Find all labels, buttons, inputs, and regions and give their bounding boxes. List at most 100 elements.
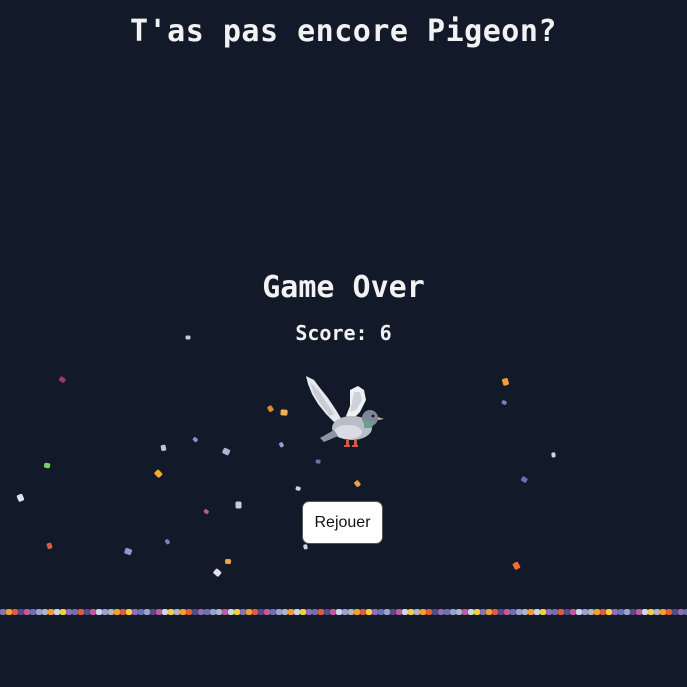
trash-pile-piece [636, 609, 642, 615]
trash-pile-piece [246, 609, 252, 615]
trash-pile-piece [234, 609, 240, 615]
trash-pile-piece [348, 609, 354, 615]
trash-pile-piece [372, 609, 378, 615]
trash-pile-piece [444, 609, 450, 615]
trash-debris-icon [124, 547, 133, 556]
trash-pile-piece [204, 609, 210, 615]
trash-pile-piece [504, 609, 510, 615]
trash-pile-piece [60, 609, 66, 615]
trash-pile-piece [612, 609, 618, 615]
trash-debris-icon [267, 405, 274, 413]
trash-pile-piece [318, 609, 324, 615]
trash-pile-piece [174, 609, 180, 615]
trash-pile-piece [156, 609, 162, 615]
trash-pile-piece [288, 609, 294, 615]
trash-pile-piece [258, 609, 264, 615]
trash-pile-piece [6, 609, 12, 615]
trash-pile-piece [276, 609, 282, 615]
trash-pile-piece [576, 609, 582, 615]
trash-pile-piece [438, 609, 444, 615]
trash-pile-piece [492, 609, 498, 615]
trash-debris-icon [222, 447, 231, 456]
trash-debris-icon [46, 542, 53, 550]
trash-pile-piece [192, 609, 198, 615]
trash-pile-piece [336, 609, 342, 615]
trash-pile-piece [360, 609, 366, 615]
trash-pile-piece [570, 609, 576, 615]
trash-debris-icon [192, 437, 198, 443]
trash-debris-icon [295, 486, 301, 491]
trash-pile-piece [366, 609, 372, 615]
trash-pile-piece [600, 609, 606, 615]
trash-pile-piece [132, 609, 138, 615]
trash-pile-piece [408, 609, 414, 615]
trash-pile-piece [354, 609, 360, 615]
trash-pile-piece [294, 609, 300, 615]
trash-pile-piece [558, 609, 564, 615]
game-stage: T'as pas encore Pigeon? Game Over Score:… [0, 0, 687, 687]
trash-pile-piece [456, 609, 462, 615]
trash-debris-icon [501, 400, 507, 405]
trash-pile-piece [630, 609, 636, 615]
trash-pile-piece [480, 609, 486, 615]
trash-pile-piece [144, 609, 150, 615]
trash-pile-piece [450, 609, 456, 615]
trash-pile-piece [240, 609, 246, 615]
trash-pile-piece [270, 609, 276, 615]
trash-debris-icon [551, 452, 556, 458]
trash-pile-piece [516, 609, 522, 615]
trash-pile-ground [0, 609, 687, 615]
trash-pile-piece [582, 609, 588, 615]
trash-pile-piece [462, 609, 468, 615]
trash-pile-piece [198, 609, 204, 615]
trash-debris-icon [279, 442, 284, 448]
trash-pile-piece [588, 609, 594, 615]
trash-pile-piece [486, 609, 492, 615]
trash-pile-piece [312, 609, 318, 615]
trash-pile-piece [432, 609, 438, 615]
trash-pile-piece [648, 609, 654, 615]
trash-pile-piece [300, 609, 306, 615]
trash-debris-icon [303, 544, 308, 550]
trash-pile-piece [522, 609, 528, 615]
trash-debris-icon [501, 378, 509, 386]
trash-pile-piece [66, 609, 72, 615]
trash-pile-piece [564, 609, 570, 615]
trash-pile-piece [48, 609, 54, 615]
trash-pile-piece [384, 609, 390, 615]
trash-pile-piece [534, 609, 540, 615]
trash-pile-piece [378, 609, 384, 615]
trash-pile-piece [78, 609, 84, 615]
trash-pile-piece [90, 609, 96, 615]
trash-pile-piece [42, 609, 48, 615]
trash-debris-icon [185, 335, 191, 340]
trash-pile-piece [150, 609, 156, 615]
trash-pile-piece [252, 609, 258, 615]
trash-pile-piece [420, 609, 426, 615]
falling-debris-layer [16, 335, 556, 577]
trash-pile-piece [54, 609, 60, 615]
replay-button[interactable]: Rejouer [302, 501, 383, 544]
trash-pile-piece [468, 609, 474, 615]
trash-pile-piece [282, 609, 288, 615]
trash-pile-piece [216, 609, 222, 615]
trash-pile-piece [264, 609, 270, 615]
pigeon-icon [306, 376, 384, 447]
trash-debris-icon [235, 501, 242, 509]
trash-pile-piece [396, 609, 402, 615]
trash-pile-piece [0, 609, 6, 615]
trash-debris-icon [280, 409, 288, 416]
trash-pile-piece [540, 609, 546, 615]
trash-pile-piece [96, 609, 102, 615]
trash-debris-icon [224, 558, 232, 565]
trash-debris-icon [512, 561, 521, 570]
trash-pile-piece [102, 609, 108, 615]
trash-pile-piece [162, 609, 168, 615]
trash-pile-piece [414, 609, 420, 615]
trash-pile-piece [114, 609, 120, 615]
trash-debris-icon [520, 476, 528, 483]
trash-pile-piece [120, 609, 126, 615]
trash-pile-piece [390, 609, 396, 615]
trash-debris-icon [59, 376, 66, 383]
trash-pile-piece [228, 609, 234, 615]
